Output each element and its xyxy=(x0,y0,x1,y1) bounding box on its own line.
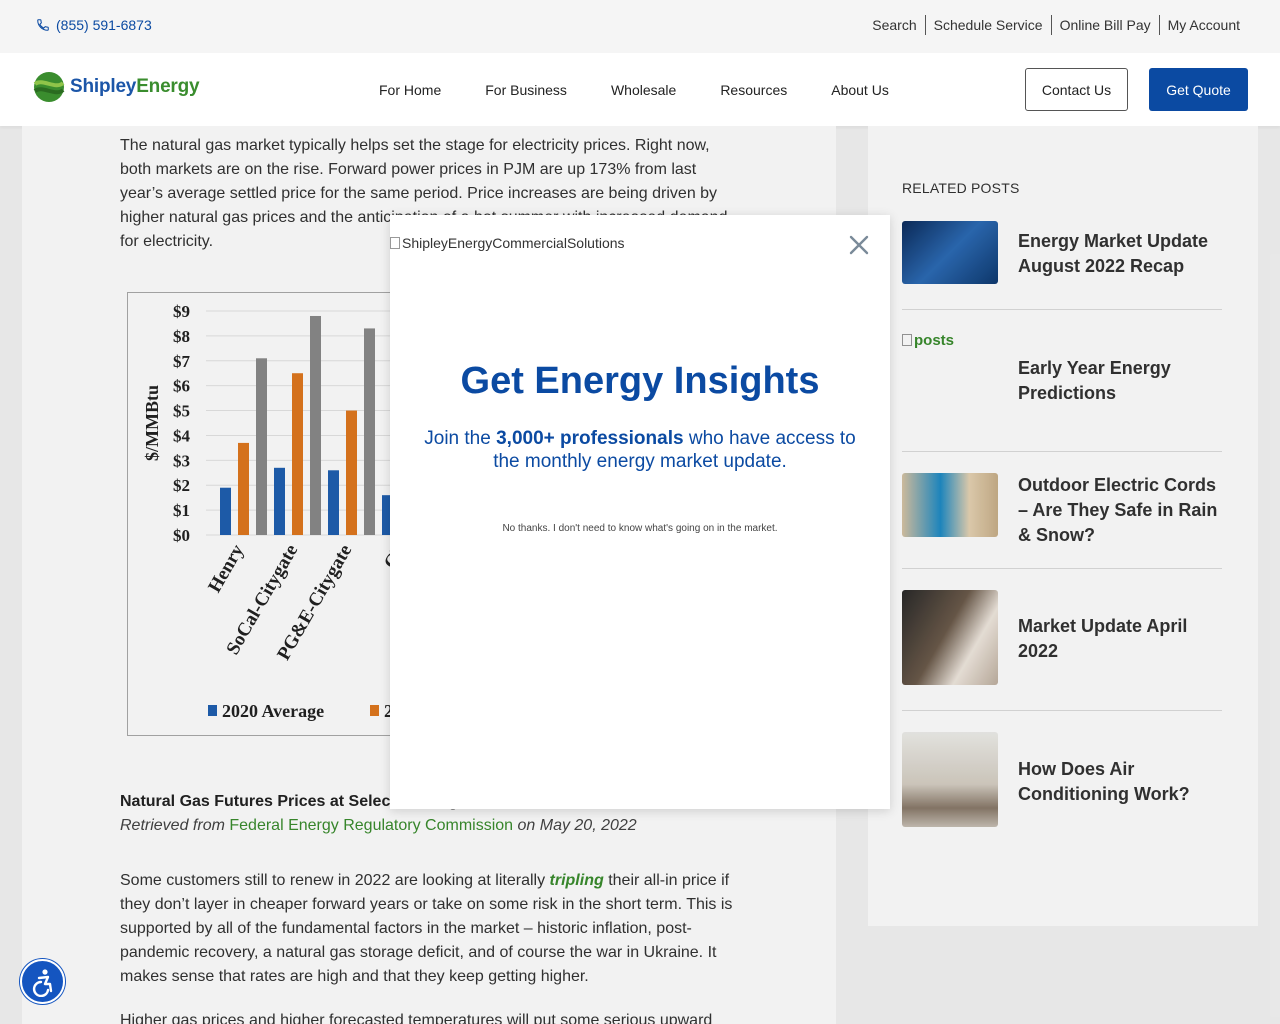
nav-about-us[interactable]: About Us xyxy=(831,82,889,98)
broken-image-icon xyxy=(390,237,400,249)
phone-icon xyxy=(37,19,49,31)
phone-link[interactable]: (855) 591-6873 xyxy=(36,17,152,33)
newsletter-modal: ShipleyEnergyCommercialSolutions Get Ene… xyxy=(390,215,890,809)
schedule-service-link[interactable]: Schedule Service xyxy=(926,17,1051,33)
utility-links: Search Schedule Service Online Bill Pay … xyxy=(864,15,1240,35)
nav-resources[interactable]: Resources xyxy=(720,82,787,98)
decline-link[interactable]: No thanks. I don't need to know what's g… xyxy=(390,523,890,534)
phone-number[interactable]: (855) 591-6873 xyxy=(56,17,152,33)
utility-bar: (855) 591-6873 Search Schedule Service O… xyxy=(0,0,1280,53)
my-account-link[interactable]: My Account xyxy=(1160,17,1240,33)
accessibility-button[interactable] xyxy=(20,959,65,1004)
logo-word-energy: Energy xyxy=(136,76,200,97)
modal-logo-alt: ShipleyEnergyCommercialSolutions xyxy=(402,235,625,251)
search-link[interactable]: Search xyxy=(864,17,924,33)
close-icon[interactable] xyxy=(848,234,870,256)
logo-text: ShipleyEnergy xyxy=(70,76,200,98)
modal-logo-broken: ShipleyEnergyCommercialSolutions xyxy=(390,235,625,251)
logo-mark-icon xyxy=(33,72,65,102)
contact-us-button[interactable]: Contact Us xyxy=(1025,68,1128,111)
modal-title: Get Energy Insights xyxy=(460,360,820,402)
nav-wholesale[interactable]: Wholesale xyxy=(611,82,676,98)
accessibility-icon xyxy=(32,968,52,997)
logo[interactable]: ShipleyEnergy xyxy=(32,70,200,104)
online-bill-pay-link[interactable]: Online Bill Pay xyxy=(1052,17,1159,33)
modal-sub-a: Join the xyxy=(424,428,497,449)
nav-for-home[interactable]: For Home xyxy=(379,82,441,98)
modal-sub-b: 3,000+ professionals xyxy=(496,428,684,449)
main-header: ShipleyEnergy For Home For Business Whol… xyxy=(0,53,1280,126)
logo-word-shipley: Shipley xyxy=(70,76,137,97)
modal-subtitle: Join the 3,000+ professionals who have a… xyxy=(410,427,870,473)
primary-nav: For Home For Business Wholesale Resource… xyxy=(379,82,933,98)
nav-for-business[interactable]: For Business xyxy=(485,82,567,98)
get-quote-button[interactable]: Get Quote xyxy=(1149,68,1248,111)
